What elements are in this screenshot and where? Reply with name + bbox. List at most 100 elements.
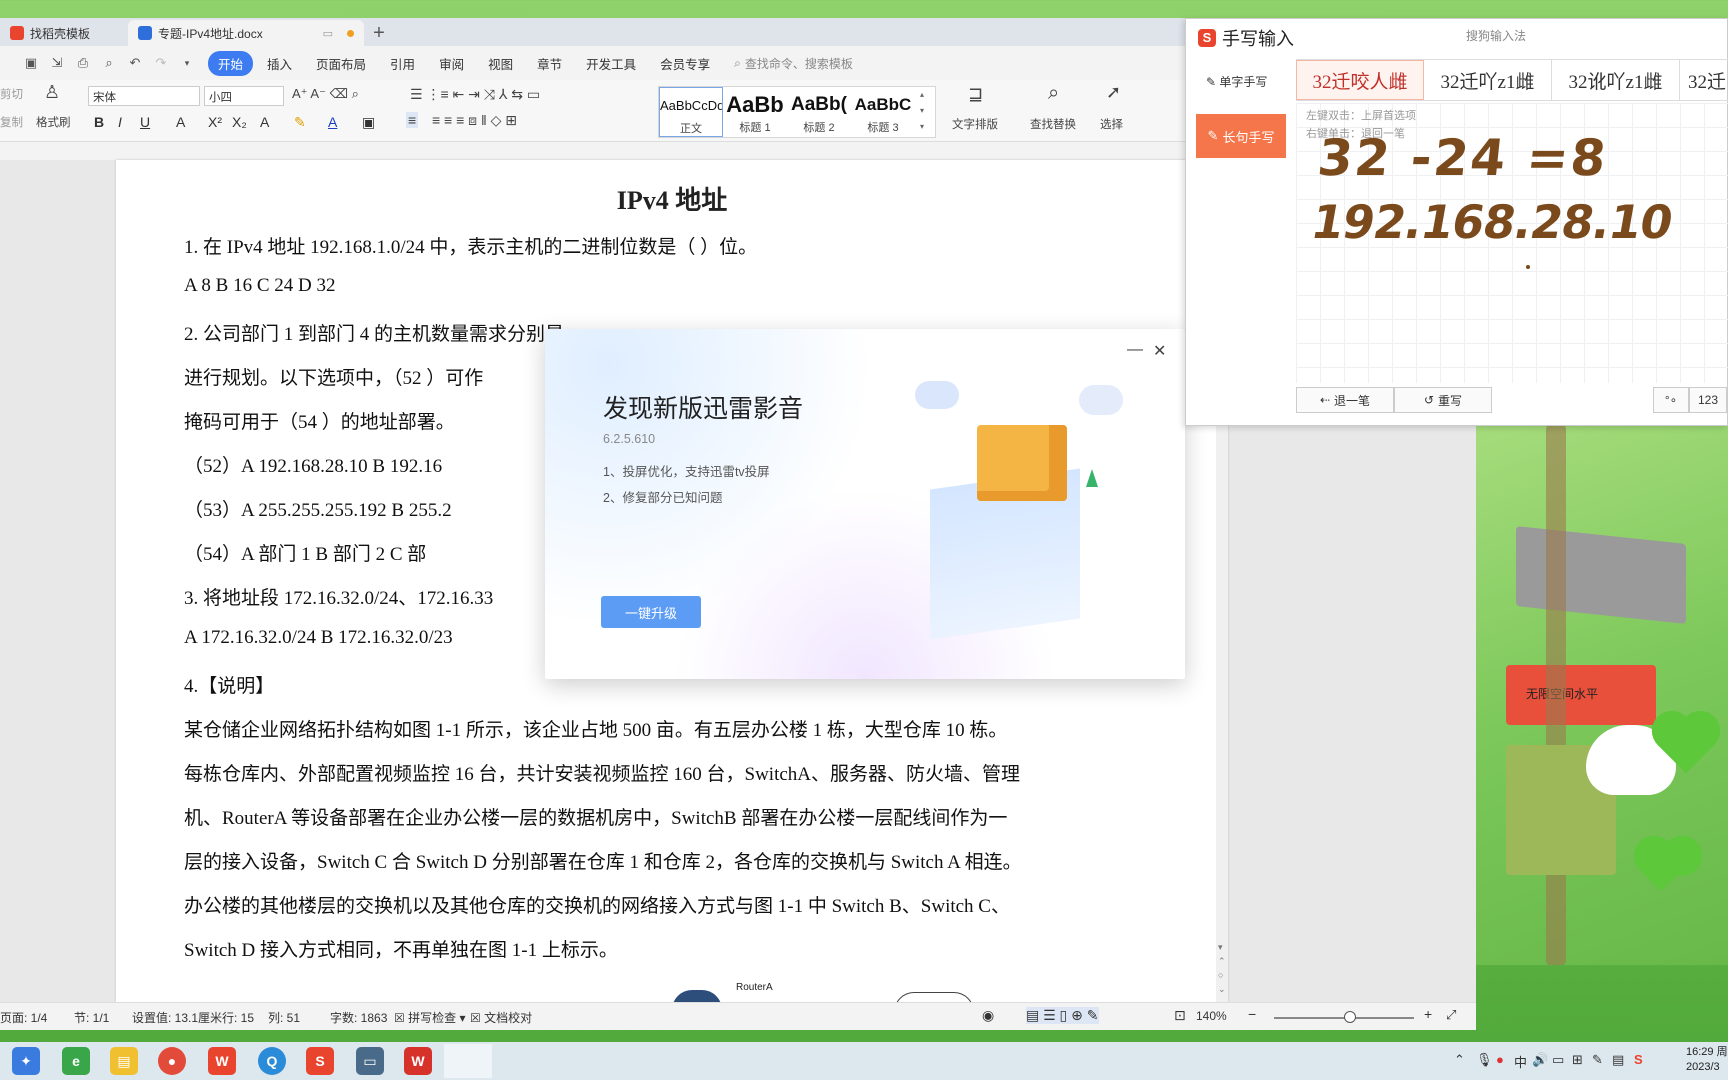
zoom-out-button[interactable]: − [1248,1006,1256,1022]
single-char-mode[interactable]: ✎ 单字手写 [1206,73,1267,90]
display-icon[interactable]: ▭ [1552,1052,1564,1068]
chrome-icon[interactable]: ● [158,1047,186,1075]
browse-object-icon[interactable]: ○ [1218,970,1223,980]
numbers-button[interactable]: 123 [1689,387,1727,413]
microphone-icon[interactable]: 🎙 [1476,1052,1493,1068]
align-left-icon[interactable]: ≡ [406,112,419,128]
status-words[interactable]: 字数: 1863 [330,1009,387,1026]
style-heading-1[interactable]: AaBb 标题 1 [723,87,787,137]
style-normal[interactable]: AaBbCcDd 正文 [659,87,723,137]
browser-edge-icon[interactable]: e [62,1047,90,1075]
eye-icon[interactable]: ◉ [982,1007,994,1024]
char-border-button[interactable]: ▣ [362,114,375,131]
ime-lang-indicator[interactable]: 中 [1514,1052,1527,1071]
menu-review[interactable]: 审阅 [429,51,474,76]
app-launcher-icon[interactable]: ✦ [12,1047,40,1075]
format-painter-button[interactable]: 格式刷 [36,114,71,130]
bold-button[interactable]: B [94,114,104,130]
italic-button[interactable]: I [118,114,122,130]
font-size-select[interactable]: 小四 [204,86,284,106]
menu-chapter[interactable]: 章节 [527,51,572,76]
text-layout-icon[interactable]: ⊒ [968,84,983,105]
menu-home[interactable]: 开始 [208,50,254,76]
wps-writer-icon[interactable]: W [404,1047,432,1075]
page-view-icon[interactable]: ▤ ☰ ▯ ⊕ ✎ [1026,1007,1099,1024]
notes-tray-icon[interactable]: ▤ [1612,1052,1624,1068]
style-scroll-icon[interactable]: ▴ ▾ ▾ [915,87,929,137]
strikethrough-button[interactable]: A [176,114,185,130]
bullet-list-icon[interactable]: ☰ ⋮≡ ⇤ ⇥ ⤨ ⅄ ⇆ ▭ [410,86,540,103]
candidate-item[interactable]: 32迁 [1680,60,1728,100]
volume-icon[interactable]: 🔊 [1532,1052,1548,1068]
zoom-slider-thumb[interactable] [1344,1011,1356,1023]
rewrite-button[interactable]: ↺ 重写 [1394,387,1492,413]
punct-toggle-button[interactable]: °∘ [1653,387,1689,413]
spell-check-button[interactable]: ☒ 拼写检查 ▾ [394,1009,465,1026]
zoom-in-button[interactable]: + [1424,1006,1432,1022]
undo-icon[interactable]: ↶ [124,53,146,73]
align-center-icon[interactable]: ≡ ≡ ≡ ⧈ ‖ ◇ ⊞ [432,112,517,129]
active-window-indicator[interactable] [444,1044,492,1078]
redo-icon[interactable]: ↷ [150,53,172,73]
wps-app-icon[interactable]: W [208,1047,236,1075]
undo-stroke-button[interactable]: ⇠ 退一笔 [1296,387,1394,413]
handwriting-pad[interactable]: 左键双击：上屏首选项 右键单击：退回一笔 32 -24 =8 192.168.2… [1296,103,1728,383]
candidate-item[interactable]: 32迁咬人雌 [1296,60,1424,100]
command-search[interactable]: ⌕ 查找命令、搜索模板 [724,55,853,72]
export-icon[interactable]: ⇲ [46,53,68,73]
close-button[interactable]: ✕ [1153,341,1166,361]
preview-icon[interactable]: ⌕ [98,53,120,73]
tab-templates[interactable]: 找稻壳模板 [0,20,128,46]
fullscreen-icon[interactable]: ⤢ [1446,1007,1456,1023]
monitor-icon[interactable]: ▭ [323,27,333,40]
menu-view[interactable]: 视图 [478,51,523,76]
font-color-button[interactable]: A [328,114,337,130]
find-replace-button[interactable]: 查找替换 [1030,116,1076,132]
print-icon[interactable]: ⎙ [72,53,94,73]
superscript-button[interactable]: X² [208,114,222,130]
brush-icon[interactable]: ♙ [44,82,60,103]
style-heading-3[interactable]: AaBbC 标题 3 [851,87,915,137]
pen-tray-icon[interactable]: ✎ [1592,1052,1603,1068]
network-icon[interactable]: ⊞ [1572,1052,1583,1068]
qq-icon[interactable]: Q [258,1047,286,1075]
qq-tray-icon[interactable]: ● [1496,1052,1504,1067]
long-sentence-mode[interactable]: ✎ 长句手写 [1196,114,1286,158]
tray-chevron-icon[interactable]: ⌃ [1454,1052,1465,1068]
sogou-app-icon[interactable]: S [306,1047,334,1075]
menu-references[interactable]: 引用 [380,51,425,76]
style-heading-2[interactable]: AaBb( 标题 2 [787,87,851,137]
text-effect-button[interactable]: A [260,114,269,130]
zoom-level[interactable]: 140% [1196,1009,1227,1023]
candidate-item[interactable]: 32讹吖z1雌 [1552,60,1680,100]
menu-page-layout[interactable]: 页面布局 [306,51,376,76]
scroll-down-icon[interactable]: ▾ [1218,942,1223,953]
proofread-button[interactable]: ☒ 文档校对 [470,1009,532,1026]
status-page[interactable]: 页面: 1/4 [0,1009,47,1026]
prev-page-icon[interactable]: ⌃ [1218,956,1226,967]
underline-button[interactable]: U [140,114,150,130]
text-layout-button[interactable]: 文字排版 [952,116,998,132]
next-page-icon[interactable]: ⌄ [1218,984,1226,995]
copy-button[interactable]: 复制 [0,114,23,130]
fit-icon[interactable]: ⊡ [1174,1007,1186,1024]
highlight-button[interactable]: ✎ [294,114,306,131]
menu-member[interactable]: 会员专享 [650,51,720,76]
tab-document[interactable]: 专题-IPv4地址.docx ▭ [128,20,364,46]
upgrade-button[interactable]: 一键升级 [601,596,701,628]
chevron-down-icon[interactable]: ▾ [176,53,198,73]
sogou-tray-icon[interactable]: S [1634,1052,1643,1067]
minimize-button[interactable]: — [1127,341,1143,359]
candidate-item[interactable]: 32迁吖z1雌 [1424,60,1552,100]
zoom-slider[interactable] [1274,1011,1414,1023]
save-icon[interactable]: ▣ [20,53,42,73]
menu-developer[interactable]: 开发工具 [576,51,646,76]
file-explorer-icon[interactable]: ▤ [110,1047,138,1075]
subscript-button[interactable]: X₂ [232,114,247,130]
font-name-select[interactable]: 宋体 [88,86,200,106]
select-button[interactable]: 选择 [1100,116,1123,132]
grow-font-icon[interactable]: A⁺ A⁻ ⌫ ⌕ [292,86,359,102]
clock[interactable]: 16:29 周 2023/3 [1686,1045,1728,1075]
cut-button[interactable]: 剪切 [0,86,23,102]
find-replace-icon[interactable]: ⌕ [1048,82,1059,105]
